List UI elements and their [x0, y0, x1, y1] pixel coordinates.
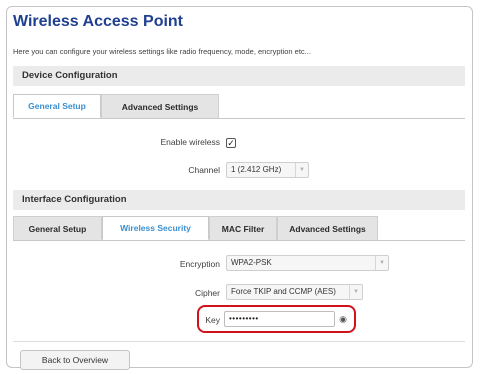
enable-wireless-checkbox[interactable]: ✓ [226, 138, 236, 148]
back-to-overview-button[interactable]: Back to Overview [20, 350, 130, 370]
tab-interface-general-setup[interactable]: General Setup [13, 216, 102, 240]
cipher-label: Cipher [194, 288, 220, 298]
tab-interface-advanced-settings[interactable]: Advanced Settings [277, 216, 378, 240]
eye-icon[interactable]: ◉ [337, 313, 349, 325]
page-title: Wireless Access Point [13, 13, 184, 30]
chevron-down-icon: ▼ [295, 163, 308, 177]
encryption-label: Encryption [179, 259, 220, 269]
interface-configuration-header: Interface Configuration [13, 190, 465, 210]
tab-mac-filter[interactable]: MAC Filter [209, 216, 277, 240]
channel-select[interactable]: 1 (2.412 GHz) ▼ [226, 162, 309, 178]
footer-divider [13, 341, 465, 342]
channel-value: 1 (2.412 GHz) [231, 165, 282, 174]
tab-device-advanced-settings[interactable]: Advanced Settings [101, 94, 219, 118]
page-description: Here you can configure your wireless set… [13, 47, 311, 56]
key-label: Key [205, 315, 220, 325]
channel-label: Channel [188, 165, 220, 175]
interface-tab-divider [13, 240, 465, 241]
enable-wireless-label: Enable wireless [160, 137, 220, 147]
encryption-select[interactable]: WPA2-PSK ▼ [226, 255, 389, 271]
encryption-value: WPA2-PSK [231, 258, 272, 267]
chevron-down-icon: ▼ [375, 256, 388, 270]
cipher-value: Force TKIP and CCMP (AES) [231, 287, 336, 296]
tab-device-general-setup[interactable]: General Setup [13, 94, 101, 118]
device-configuration-header: Device Configuration [13, 66, 465, 86]
device-tab-divider [13, 118, 465, 119]
tab-wireless-security[interactable]: Wireless Security [102, 216, 209, 240]
key-input[interactable]: ••••••••• [224, 311, 335, 327]
chevron-down-icon: ▼ [349, 285, 362, 299]
cipher-select[interactable]: Force TKIP and CCMP (AES) ▼ [226, 284, 363, 300]
